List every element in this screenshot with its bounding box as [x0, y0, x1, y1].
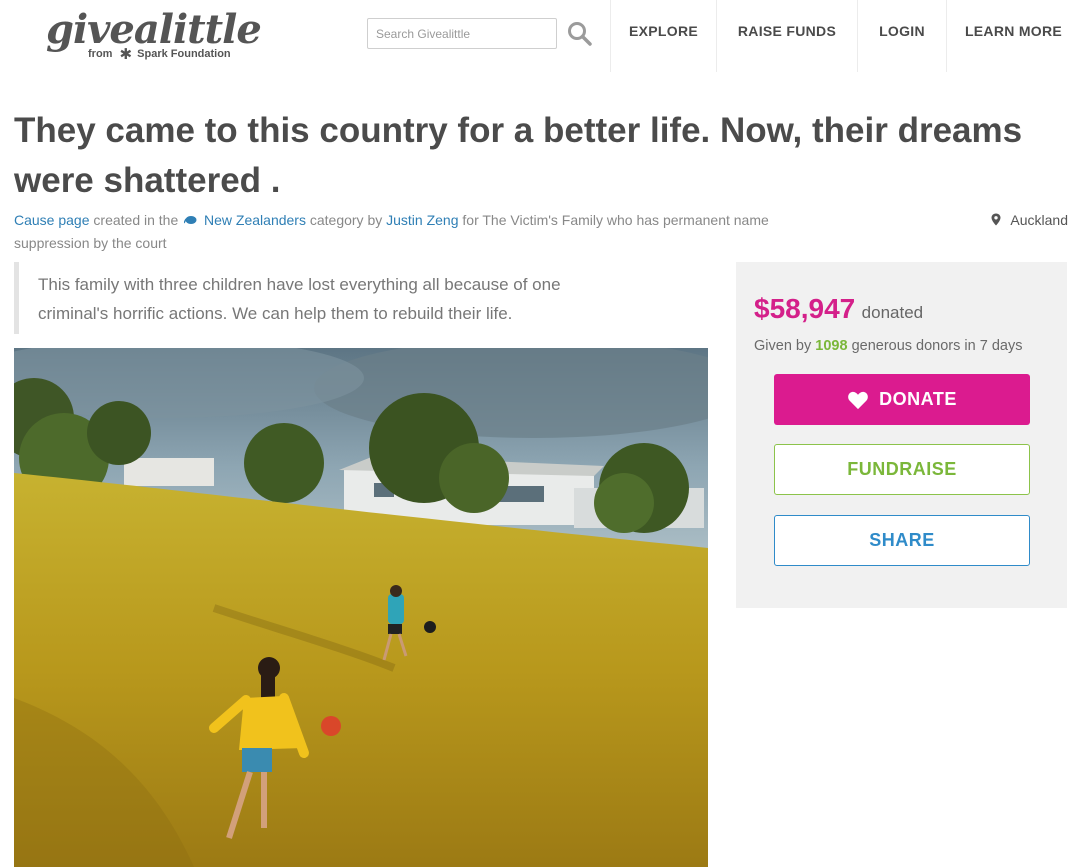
- donors-prefix: Given by: [754, 338, 812, 354]
- logo-from: from: [88, 48, 113, 60]
- cause-page-link[interactable]: Cause page: [14, 212, 90, 228]
- donation-total: $58,947 donated: [754, 293, 923, 325]
- map-pin-icon: [991, 210, 1001, 226]
- donation-sidebar: $58,947 donated Given by 1098 generous d…: [736, 262, 1067, 608]
- donor-summary: Given by 1098 generous donors in 7 days: [754, 338, 1022, 354]
- location-label: Auckland: [1010, 212, 1068, 228]
- kiwi-icon: [183, 209, 197, 224]
- cause-meta: Cause page created in the New Zealanders…: [14, 209, 834, 255]
- heart-icon: [848, 391, 868, 409]
- logo-org: Spark Foundation: [137, 48, 231, 60]
- amount-label: donated: [861, 303, 924, 322]
- search-input[interactable]: [367, 18, 557, 49]
- nav-learn-more[interactable]: LEARN MORE: [946, 0, 1080, 72]
- author-link[interactable]: Justin Zeng: [386, 212, 458, 228]
- meta-category-by: category by: [309, 212, 383, 228]
- main-nav: EXPLORE RAISE FUNDS LOGIN LEARN MORE: [610, 0, 1080, 72]
- page-title: They came to this country for a better l…: [14, 111, 1023, 200]
- cause-photo: [14, 348, 708, 867]
- givealittle-logo[interactable]: givealittle from ✱ Spark Foundation: [46, 6, 262, 66]
- amount-value: $58,947: [754, 293, 856, 324]
- share-button[interactable]: SHARE: [774, 515, 1030, 566]
- spark-icon: ✱: [119, 46, 133, 63]
- site-header: givealittle from ✱ Spark Foundation EXPL…: [0, 0, 1080, 72]
- nav-explore[interactable]: EXPLORE: [610, 0, 716, 72]
- nav-login[interactable]: LOGIN: [857, 0, 946, 72]
- cause-summary: This family with three children have los…: [14, 262, 614, 334]
- search-icon[interactable]: [566, 20, 594, 48]
- donors-suffix: generous donors in 7 days: [851, 338, 1023, 354]
- location: Auckland: [991, 209, 1068, 232]
- donate-label: DONATE: [879, 389, 957, 409]
- nav-raise-funds[interactable]: RAISE FUNDS: [716, 0, 857, 72]
- donate-button[interactable]: DONATE: [774, 374, 1030, 425]
- fundraise-button[interactable]: FUNDRAISE: [774, 444, 1030, 495]
- logo-subtitle: from ✱ Spark Foundation: [88, 45, 231, 63]
- category-link[interactable]: New Zealanders: [204, 212, 306, 228]
- meta-created-in: created in the: [93, 212, 179, 228]
- donor-count: 1098: [815, 338, 848, 354]
